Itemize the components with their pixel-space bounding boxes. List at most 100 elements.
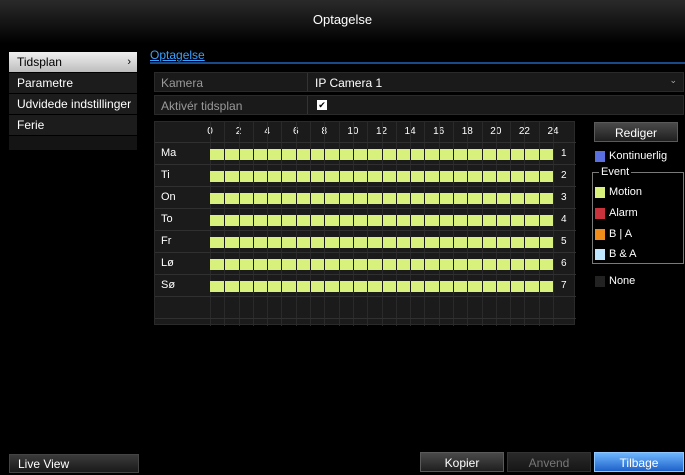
bar-tick	[481, 215, 483, 226]
chevron-down-icon[interactable]: ⌄	[669, 75, 677, 86]
bar-tick	[310, 193, 312, 204]
live-view-button[interactable]: Live View	[9, 454, 139, 473]
bar-tick	[267, 259, 269, 270]
sidebar-item-label: Ferie	[17, 118, 45, 132]
bar-tick	[367, 193, 369, 204]
bar-tick	[467, 193, 469, 204]
apply-button[interactable]: Anvend	[507, 452, 591, 472]
schedule-bar-motion[interactable]	[210, 237, 553, 248]
bar-tick	[495, 259, 497, 270]
bar-tick	[267, 237, 269, 248]
bar-tick	[538, 149, 540, 160]
day-label: Ti	[161, 169, 170, 181]
bar-tick	[310, 237, 312, 248]
sidebar: Tidsplan › Parametre Udvidede indstillin…	[9, 52, 137, 150]
bar-tick	[438, 215, 440, 226]
bar-tick	[467, 215, 469, 226]
bar-tick	[338, 237, 340, 248]
bar-tick	[495, 237, 497, 248]
edit-button[interactable]: Rediger	[594, 122, 678, 142]
bar-tick	[424, 215, 426, 226]
bar-tick	[224, 237, 226, 248]
row-number: 5	[561, 236, 567, 247]
bar-tick	[467, 171, 469, 182]
schedule-grid[interactable]: 024681012141618202224Ma1Ti2On3To4Fr5Lø6S…	[154, 121, 576, 326]
bar-tick	[395, 281, 397, 292]
schedule-bar-motion[interactable]	[210, 149, 553, 160]
motion-label: Motion	[609, 186, 643, 198]
bar-tick	[295, 215, 297, 226]
window-title: Optagelse	[312, 12, 373, 27]
bar-tick	[352, 193, 354, 204]
sidebar-item-udvidede-indstillinger[interactable]: Udvidede indstillinger	[9, 94, 137, 115]
bar-tick	[381, 237, 383, 248]
bar-tick	[338, 281, 340, 292]
schedule-bar-motion[interactable]	[210, 215, 553, 226]
bar-tick	[310, 281, 312, 292]
bar-tick	[410, 149, 412, 160]
bar-tick	[381, 259, 383, 270]
sidebar-item-parametre[interactable]: Parametre	[9, 73, 137, 94]
schedule-bar-motion[interactable]	[210, 281, 553, 292]
row-number: 2	[561, 170, 567, 181]
bar-tick	[510, 149, 512, 160]
bar-tick	[510, 215, 512, 226]
grid-line	[155, 186, 576, 187]
day-label: On	[161, 191, 176, 203]
bar-tick	[424, 281, 426, 292]
bar-tick	[495, 193, 497, 204]
bar-tick	[395, 171, 397, 182]
bar-tick	[295, 171, 297, 182]
bar-tick	[495, 171, 497, 182]
bar-tick	[481, 149, 483, 160]
motion-and-alarm-swatch	[595, 249, 605, 260]
bar-tick	[252, 149, 254, 160]
bar-tick	[481, 193, 483, 204]
bar-tick	[324, 171, 326, 182]
copy-button[interactable]: Kopier	[420, 452, 504, 472]
tab-optagelse[interactable]: Optagelse	[150, 48, 205, 62]
bar-tick	[452, 149, 454, 160]
schedule-bar-motion[interactable]	[210, 193, 553, 204]
bar-tick	[310, 149, 312, 160]
continuous-label: Kontinuerlig	[609, 150, 668, 162]
bar-tick	[252, 237, 254, 248]
bar-tick	[224, 149, 226, 160]
bar-tick	[538, 215, 540, 226]
bar-tick	[495, 281, 497, 292]
bar-tick	[452, 237, 454, 248]
bar-tick	[395, 259, 397, 270]
tab-underline	[150, 62, 685, 64]
schedule-bar-motion[interactable]	[210, 259, 553, 270]
camera-select[interactable]: IP Camera 1	[315, 76, 382, 90]
bar-tick	[238, 149, 240, 160]
bar-tick	[352, 215, 354, 226]
bar-tick	[367, 149, 369, 160]
motion-or-alarm-swatch	[595, 229, 605, 240]
alarm-swatch	[595, 208, 605, 219]
bar-tick	[410, 281, 412, 292]
bar-tick	[510, 193, 512, 204]
bar-tick	[281, 281, 283, 292]
bar-tick	[524, 237, 526, 248]
day-label: Ma	[161, 147, 177, 159]
bar-tick	[352, 281, 354, 292]
back-button[interactable]: Tilbage	[594, 452, 684, 472]
bar-tick	[238, 281, 240, 292]
bar-tick	[538, 237, 540, 248]
schedule-enable-checkbox[interactable]: ✔	[317, 100, 327, 110]
bar-tick	[467, 259, 469, 270]
bar-tick	[452, 259, 454, 270]
schedule-bar-motion[interactable]	[210, 171, 553, 182]
bar-tick	[381, 193, 383, 204]
bar-tick	[524, 259, 526, 270]
bar-tick	[481, 259, 483, 270]
sidebar-item-ferie[interactable]: Ferie	[9, 115, 137, 136]
bar-tick	[510, 259, 512, 270]
bar-tick	[267, 171, 269, 182]
bar-tick	[538, 259, 540, 270]
bar-tick	[438, 149, 440, 160]
bar-tick	[524, 171, 526, 182]
sidebar-item-tidsplan[interactable]: Tidsplan ›	[9, 52, 137, 73]
bar-tick	[367, 215, 369, 226]
